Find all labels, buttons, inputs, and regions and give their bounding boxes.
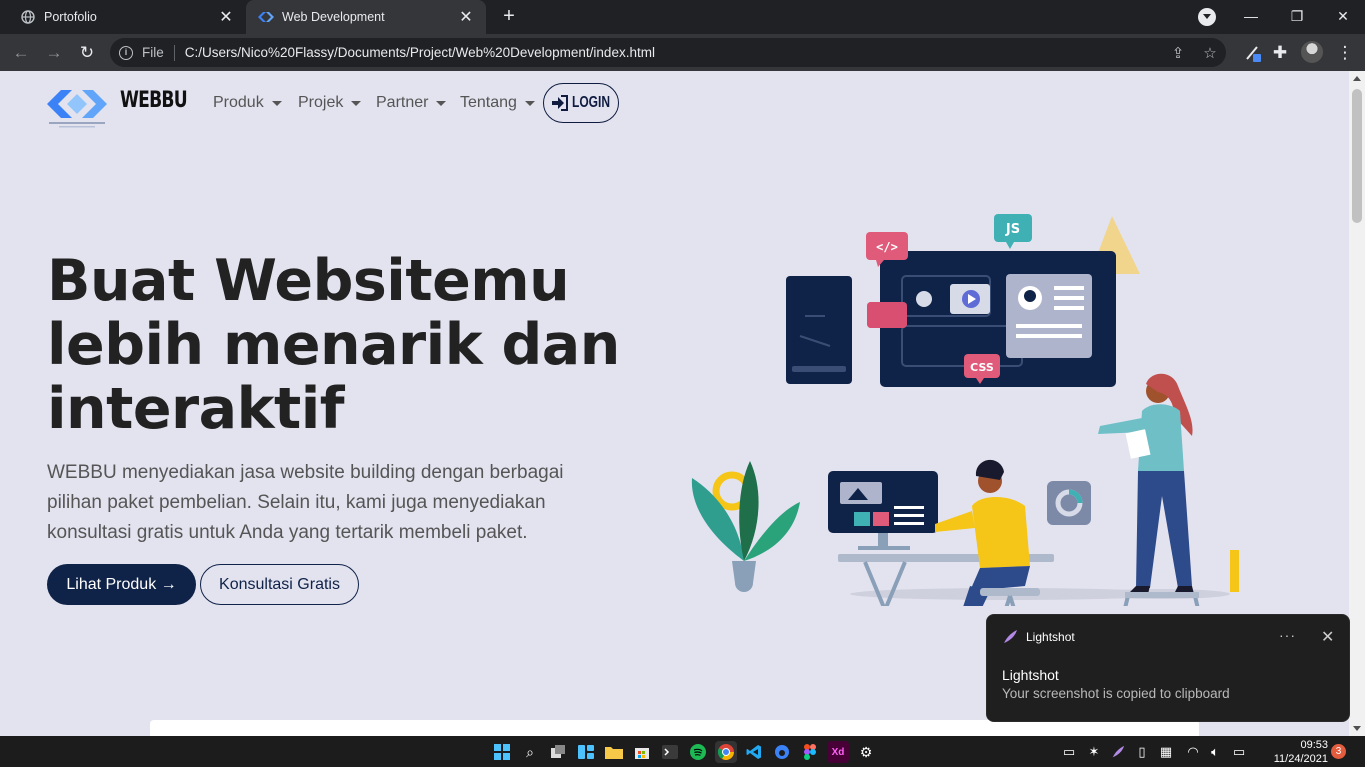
system-clock[interactable]: 09:53 11/24/2021 bbox=[1262, 738, 1328, 766]
share-icon[interactable]: ⇪ bbox=[1162, 44, 1194, 62]
login-label: LOGIN bbox=[571, 94, 610, 111]
caret-down-icon bbox=[436, 100, 447, 106]
notification-title: Lightshot bbox=[1002, 667, 1059, 683]
sign-in-icon bbox=[551, 95, 568, 111]
scrollbar-thumb[interactable] bbox=[1352, 89, 1362, 223]
konsultasi-gratis-button[interactable]: Konsultasi Gratis bbox=[200, 564, 359, 605]
close-window-icon[interactable]: ✕ bbox=[1320, 0, 1365, 32]
lightshot-notification[interactable]: Lightshot ··· ✕ Lightshot Your screensho… bbox=[986, 614, 1350, 722]
bookmark-star-icon[interactable]: ☆ bbox=[1194, 44, 1226, 62]
vscode-icon[interactable] bbox=[743, 741, 765, 763]
site-navbar: WEBBU Produk Projek Partner Tentang LOGI… bbox=[0, 71, 1349, 133]
tab-search-icon[interactable] bbox=[1198, 8, 1216, 26]
css-bubble-label: CSS bbox=[970, 361, 994, 374]
tray-bluetooth-icon[interactable]: ✶ bbox=[1085, 743, 1103, 761]
tray-usb-icon[interactable]: ▯ bbox=[1133, 743, 1151, 761]
widgets-icon[interactable] bbox=[575, 741, 597, 763]
task-view-icon[interactable] bbox=[547, 741, 569, 763]
caret-down-icon bbox=[271, 100, 282, 106]
url-scheme: File bbox=[142, 45, 164, 60]
hero-title: Buat Websitemu lebih menarik dan interak… bbox=[47, 249, 667, 441]
spotify-icon[interactable] bbox=[687, 741, 709, 763]
restore-icon[interactable]: ❐ bbox=[1274, 0, 1320, 32]
hero-description: WEBBU menyediakan jasa website building … bbox=[47, 462, 564, 543]
lihat-produk-button[interactable]: Lihat Produk → bbox=[47, 564, 196, 605]
minimize-icon[interactable]: — bbox=[1228, 0, 1274, 32]
notification-count-badge[interactable]: 3 bbox=[1331, 744, 1346, 759]
windows-taskbar: ⌕ Xd ⚙ ▭ ✶ ▯ ▦ ◠ 🔈︎ ▭ 09:53 11/24/2021 3 bbox=[0, 736, 1365, 767]
menu-icon[interactable]: ⋮ bbox=[1332, 40, 1358, 66]
brand-name[interactable]: WEBBU bbox=[120, 88, 188, 113]
clock-date: 11/24/2021 bbox=[1273, 753, 1328, 765]
browser-toolbar: ← → ↻ i File C:/Users/Nico%20Flassy/Docu… bbox=[0, 34, 1365, 71]
reload-icon[interactable]: ↻ bbox=[74, 40, 100, 66]
browser-tab-strip: Portofolio ✕ Web Development ✕ + — ❐ ✕ bbox=[0, 0, 1365, 34]
nav-label: Partner bbox=[376, 94, 429, 111]
volume-icon[interactable]: 🔈︎ bbox=[1206, 743, 1224, 761]
nav-projek[interactable]: Projek bbox=[298, 94, 362, 112]
nav-partner[interactable]: Partner bbox=[376, 94, 447, 112]
terminal-icon[interactable] bbox=[659, 741, 681, 763]
content-card bbox=[150, 720, 1199, 736]
browser-edge-icon[interactable] bbox=[771, 741, 793, 763]
new-tab-button[interactable]: + bbox=[498, 5, 520, 27]
address-bar[interactable]: i File C:/Users/Nico%20Flassy/Documents/… bbox=[110, 38, 1226, 67]
tab-title: Portofolio bbox=[44, 10, 97, 24]
nav-tentang[interactable]: Tentang bbox=[460, 94, 535, 112]
info-icon[interactable]: i bbox=[119, 45, 133, 60]
store-icon[interactable] bbox=[631, 741, 653, 763]
battery-icon[interactable]: ▭ bbox=[1230, 743, 1248, 761]
tray-display-icon[interactable]: ▭ bbox=[1060, 743, 1078, 761]
chrome-icon[interactable] bbox=[715, 741, 737, 763]
nav-label: Projek bbox=[298, 94, 344, 111]
divider bbox=[173, 44, 175, 61]
notification-message: Your screenshot is copied to clipboard bbox=[1002, 686, 1230, 701]
nav-label: Tentang bbox=[460, 94, 517, 111]
hero-title-line: lebih menarik dan bbox=[47, 312, 620, 378]
pen-extension-icon[interactable] bbox=[1240, 40, 1266, 66]
extensions-icon[interactable]: ✚ bbox=[1267, 40, 1293, 66]
forward-icon[interactable]: → bbox=[41, 40, 67, 66]
login-button[interactable]: LOGIN bbox=[543, 83, 619, 123]
globe-icon bbox=[20, 9, 36, 25]
webbu-logo[interactable] bbox=[45, 85, 109, 129]
close-notification-icon[interactable]: ✕ bbox=[1321, 627, 1334, 647]
profile-avatar[interactable] bbox=[1301, 41, 1323, 63]
feather-icon bbox=[1004, 630, 1017, 643]
scroll-up-icon[interactable] bbox=[1353, 76, 1361, 81]
nav-label: Produk bbox=[213, 94, 264, 111]
nav-produk[interactable]: Produk bbox=[213, 94, 282, 112]
close-tab-icon[interactable]: ✕ bbox=[218, 7, 234, 27]
tab-web-development[interactable]: Web Development ✕ bbox=[246, 0, 486, 34]
more-options-icon[interactable]: ··· bbox=[1279, 627, 1296, 643]
tab-title: Web Development bbox=[282, 10, 385, 24]
tab-portofolio[interactable]: Portofolio ✕ bbox=[8, 0, 246, 34]
webbu-favicon-icon bbox=[258, 9, 274, 25]
caret-down-icon bbox=[351, 100, 362, 106]
tray-app-icon[interactable]: ▦ bbox=[1157, 743, 1175, 761]
scroll-down-icon[interactable] bbox=[1353, 726, 1361, 731]
windows-start-icon[interactable] bbox=[491, 741, 513, 763]
page-scrollbar[interactable] bbox=[1349, 71, 1365, 736]
notification-app-name: Lightshot bbox=[1026, 630, 1075, 644]
notification-app: Lightshot bbox=[1002, 629, 1075, 645]
file-explorer-icon[interactable] bbox=[603, 741, 625, 763]
html-bubble-label: </> bbox=[876, 240, 898, 254]
hero-title-line: interaktif bbox=[47, 376, 345, 442]
hero-title-line: Buat Websitemu bbox=[47, 248, 570, 314]
hero-illustration-main: </> JS CSS bbox=[691, 214, 1239, 606]
caret-down-icon bbox=[524, 100, 535, 106]
tray-feather-icon[interactable] bbox=[1109, 743, 1127, 761]
settings-icon[interactable]: ⚙ bbox=[855, 741, 877, 763]
close-tab-icon[interactable]: ✕ bbox=[458, 7, 474, 27]
adobe-xd-icon[interactable]: Xd bbox=[827, 741, 849, 763]
back-icon[interactable]: ← bbox=[8, 40, 34, 66]
js-bubble-label: JS bbox=[1005, 222, 1020, 237]
wifi-icon[interactable]: ◠ bbox=[1184, 743, 1202, 761]
search-icon[interactable]: ⌕ bbox=[519, 741, 541, 763]
clock-time: 09:53 bbox=[1300, 739, 1328, 751]
url-text[interactable]: C:/Users/Nico%20Flassy/Documents/Project… bbox=[185, 45, 1162, 60]
figma-icon[interactable] bbox=[799, 741, 821, 763]
